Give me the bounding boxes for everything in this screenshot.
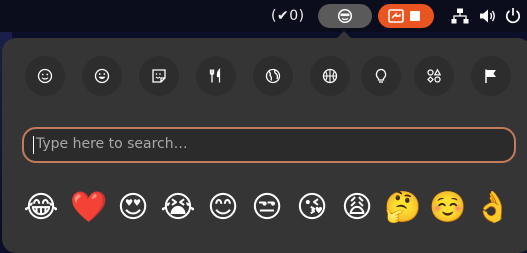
emoji-button[interactable]: 😍 [115, 190, 151, 226]
category-food-button[interactable] [196, 56, 236, 96]
category-objects-button[interactable] [361, 56, 401, 96]
category-flags-button[interactable] [471, 56, 511, 96]
emoji-button[interactable]: 😩 [339, 190, 375, 226]
symbols-icon [427, 68, 442, 83]
category-smileys-button[interactable] [25, 56, 65, 96]
category-people-button[interactable] [82, 56, 122, 96]
emoji-search-input[interactable]: Type here to search… [22, 127, 516, 163]
category-activities-button[interactable] [310, 56, 350, 96]
emoji-button[interactable]: 👌 [474, 190, 511, 226]
flag-icon [485, 69, 496, 83]
category-animals-button[interactable] [139, 56, 179, 96]
status-indicator[interactable]: (✔0) [271, 8, 305, 24]
grin-icon [94, 68, 110, 84]
top-bar: (✔0) [0, 0, 527, 32]
cutlery-icon [209, 68, 221, 83]
face-icon [337, 9, 353, 23]
emoji-button[interactable]: 😘 [294, 190, 330, 226]
category-travel-button[interactable] [253, 56, 293, 96]
screen-recording-indicator[interactable] [378, 4, 434, 28]
network-icon[interactable] [451, 8, 469, 24]
text-caret [33, 136, 34, 154]
emoji-button[interactable]: ☺️ [429, 190, 466, 226]
globe-icon [265, 68, 281, 84]
emoji-button[interactable]: 😂 [23, 190, 59, 226]
category-symbols-button[interactable] [414, 56, 454, 96]
emoji-button[interactable]: 😊 [205, 190, 241, 226]
emoji-button[interactable]: 😒 [249, 190, 285, 226]
emoji-button[interactable]: 😭 [160, 190, 196, 226]
emoji-button[interactable]: 🤔 [384, 190, 421, 226]
emoji-button[interactable]: ❤️ [70, 190, 107, 226]
screen-record-icon [388, 9, 404, 23]
ball-icon [322, 68, 338, 84]
smiley-icon [37, 68, 53, 84]
search-placeholder: Type here to search… [36, 136, 188, 152]
lightbulb-icon [375, 68, 387, 83]
power-icon[interactable] [505, 7, 521, 24]
sticker-icon [152, 69, 166, 83]
stop-icon[interactable] [410, 11, 420, 21]
indicator-pill[interactable] [318, 4, 372, 28]
volume-icon[interactable] [479, 8, 497, 24]
